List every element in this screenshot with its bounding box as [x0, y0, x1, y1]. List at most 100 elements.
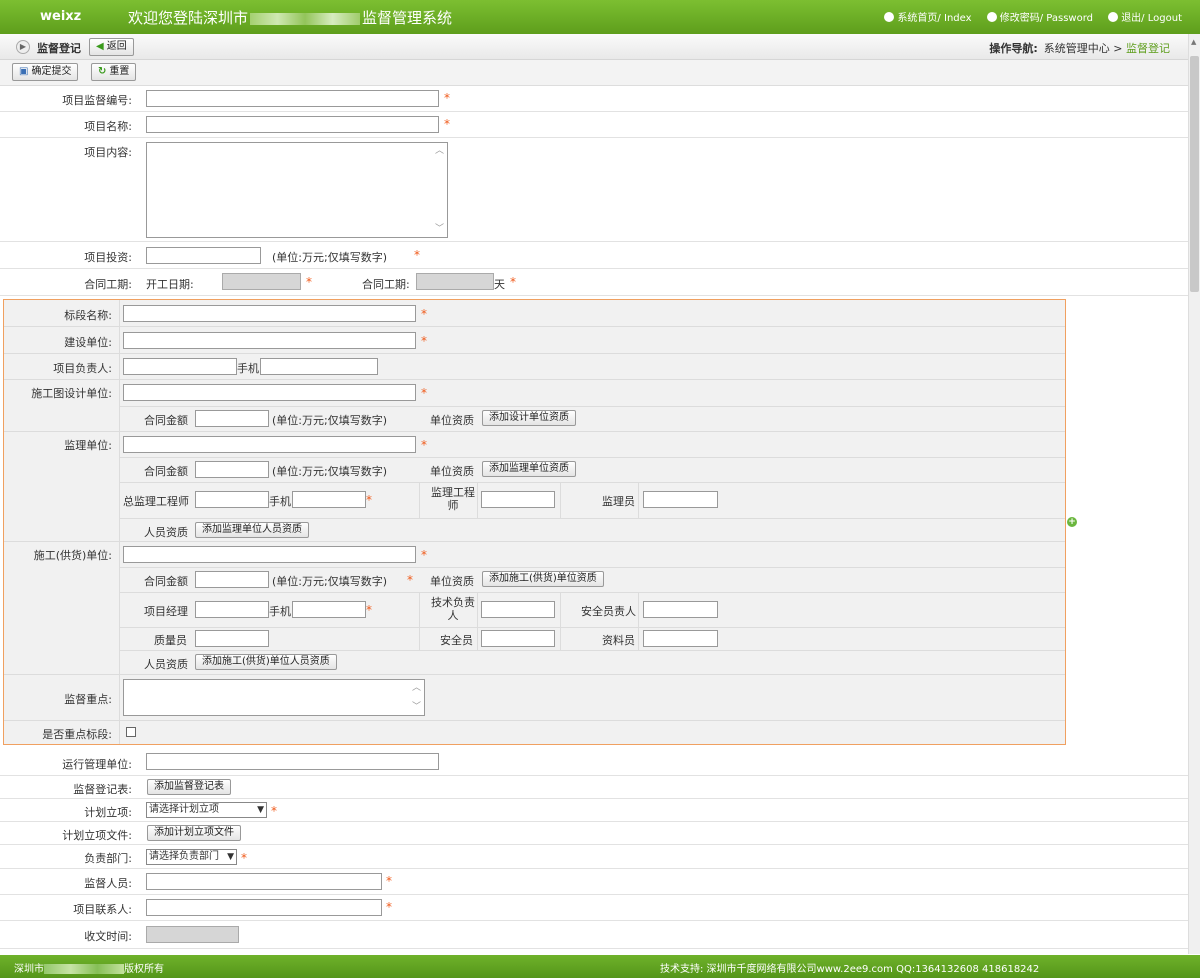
- builder-input[interactable]: [123, 332, 416, 349]
- password-link[interactable]: 修改密码/ Password: [986, 12, 1093, 24]
- document-officer-input[interactable]: [643, 630, 718, 647]
- inspector-input[interactable]: [146, 873, 382, 890]
- supervision-engineer-input[interactable]: [481, 491, 555, 508]
- label-document-officer: 资料员: [602, 634, 635, 647]
- submit-button[interactable]: ▣ 确定提交: [12, 63, 79, 81]
- pm-phone-input[interactable]: [292, 601, 366, 618]
- label-safety-officer: 安全员: [440, 634, 473, 647]
- label-contract-period: 合同工期:: [84, 278, 132, 291]
- breadcrumb-center[interactable]: 系统管理中心: [1044, 42, 1110, 55]
- supervision-contract-amount-input[interactable]: [195, 461, 269, 478]
- label-supervisor: 监理员: [602, 495, 635, 508]
- add-design-qual-button[interactable]: 添加设计单位资质: [482, 410, 576, 426]
- scrollbar-thumb[interactable]: [1190, 56, 1199, 292]
- add-register-button[interactable]: 添加监督登记表: [147, 779, 231, 795]
- redacted-name: [250, 12, 361, 25]
- label-construction-unit: 施工(供货)单位:: [33, 549, 112, 562]
- redacted-name: [44, 964, 124, 974]
- logout-link[interactable]: 退出/ Logout: [1108, 12, 1182, 24]
- label-builder: 建设单位:: [64, 336, 112, 349]
- supervisor-input[interactable]: [643, 491, 718, 508]
- dept-select[interactable]: 请选择负责部门 ▼: [146, 849, 237, 865]
- key-bid-checkbox[interactable]: [126, 727, 136, 737]
- safety-lead-input[interactable]: [643, 601, 718, 618]
- construction-contract-amount-input[interactable]: [195, 571, 269, 588]
- project-name-input[interactable]: [146, 116, 439, 133]
- label-phone: 手机: [237, 362, 259, 375]
- chief-engineer-input[interactable]: [195, 491, 269, 508]
- action-bar: ▣ 确定提交 ↻ 重置: [0, 60, 1188, 86]
- supervision-unit-input[interactable]: [123, 436, 416, 453]
- bid-section: 标段名称: * 建设单位: * 项目负责人: 手机 施工图设计单位: * 合同金…: [3, 299, 1066, 745]
- label-register-table: 监督登记表:: [73, 783, 132, 796]
- reset-button[interactable]: ↻ 重置: [91, 63, 137, 81]
- row-supervision-unit: 监理单位: * 合同金额 (单位:万元;仅填写数字) 单位资质 添加监理单位资质…: [4, 432, 1065, 542]
- breadcrumb: 操作导航: 系统管理中心 > 监督登记: [989, 42, 1170, 55]
- row-plan: 计划立项: 请选择计划立项 ▼ *: [0, 799, 1188, 822]
- scroll-down-icon: ﹀: [434, 224, 444, 234]
- top-links: 系统首页/ Index 修改密码/ Password 退出/ Logout: [872, 9, 1182, 24]
- breadcrumb-current: 监督登记: [1126, 42, 1170, 55]
- row-project-name: 项目名称: *: [0, 112, 1188, 138]
- tech-lead-input[interactable]: [481, 601, 555, 618]
- label-safety-lead: 安全员责人: [581, 605, 636, 618]
- project-manager-input[interactable]: [123, 358, 237, 375]
- project-content-textarea[interactable]: ︿ ﹀: [146, 142, 448, 238]
- add-construction-qual-button[interactable]: 添加施工(供货)单位资质: [482, 571, 604, 587]
- safety-officer-input[interactable]: [481, 630, 555, 647]
- arrow-right-icon: ▶: [16, 40, 30, 54]
- home-link[interactable]: 系统首页/ Index: [884, 12, 972, 24]
- row-construction-unit: 施工(供货)单位: * 合同金额 (单位:万元;仅填写数字) * 单位资质 添加…: [4, 542, 1065, 675]
- add-construction-personnel-button[interactable]: 添加施工(供货)单位人员资质: [195, 654, 337, 670]
- contract-days-input[interactable]: [416, 273, 494, 290]
- gear-icon: [986, 12, 997, 22]
- label-supervision-unit: 监理单位:: [64, 439, 112, 452]
- footer: 深圳市 版权所有 技术支持: 深圳市千度网络有限公司www.2ee9.com QQ…: [0, 955, 1200, 978]
- row-key-bid: 是否重点标段:: [4, 721, 1065, 744]
- investment-input[interactable]: [146, 247, 261, 264]
- plan-select[interactable]: 请选择计划立项 ▼: [146, 802, 267, 818]
- add-plan-file-button[interactable]: 添加计划立项文件: [147, 825, 241, 841]
- project-code-input[interactable]: [146, 90, 439, 107]
- pm-input[interactable]: [195, 601, 269, 618]
- design-contract-amount-input[interactable]: [195, 410, 269, 427]
- receive-time-input[interactable]: [146, 926, 239, 943]
- contact-input[interactable]: [146, 899, 382, 916]
- label-design-unit-qual: 单位资质: [430, 414, 474, 427]
- supervision-amount-unit-hint: (单位:万元;仅填写数字): [272, 465, 387, 478]
- label-ops-unit: 运行管理单位:: [62, 758, 132, 771]
- add-supervision-personnel-button[interactable]: 添加监理单位人员资质: [195, 522, 309, 538]
- back-button[interactable]: ◀ 返回: [89, 38, 134, 56]
- label-focus: 监督重点:: [64, 693, 112, 706]
- row-register-table: 监督登记表: 添加监督登记表: [0, 776, 1188, 799]
- scroll-up-icon: ︿: [411, 683, 421, 693]
- label-start-date: 开工日期:: [146, 278, 194, 291]
- label-bid-name: 标段名称:: [64, 309, 112, 322]
- label-key-bid: 是否重点标段:: [42, 728, 112, 741]
- design-unit-input[interactable]: [123, 384, 416, 401]
- scroll-down-icon: ﹀: [411, 702, 421, 712]
- label-plan: 计划立项:: [84, 806, 132, 819]
- tech-support: 技术支持: 深圳市千度网络有限公司www.2ee9.com QQ:1364132…: [660, 964, 1040, 975]
- add-bid-section-icon[interactable]: +: [1067, 517, 1077, 527]
- row-project-code: 项目监督编号: *: [0, 86, 1188, 112]
- add-supervision-qual-button[interactable]: 添加监理单位资质: [482, 461, 576, 477]
- project-manager-phone-input[interactable]: [260, 358, 378, 375]
- construction-unit-input[interactable]: [123, 546, 416, 563]
- start-date-input[interactable]: [222, 273, 301, 290]
- row-design-unit: 施工图设计单位: * 合同金额 (单位:万元;仅填写数字) 单位资质 添加设计单…: [4, 380, 1065, 432]
- chief-engineer-phone-input[interactable]: [292, 491, 366, 508]
- quality-officer-input[interactable]: [195, 630, 269, 647]
- scroll-up-icon: ︿: [434, 146, 444, 156]
- row-investment: 项目投资: (单位:万元;仅填写数字) *: [0, 242, 1188, 269]
- scrollbar[interactable]: ▲: [1188, 34, 1200, 954]
- label-pm-phone: 手机: [269, 605, 291, 618]
- row-project-content: 项目内容: ︿ ﹀: [0, 138, 1188, 242]
- label-construction-personnel-qual: 人员资质: [144, 658, 188, 671]
- label-dept: 负责部门:: [84, 852, 132, 865]
- focus-textarea[interactable]: ︿ ﹀: [123, 679, 425, 716]
- ops-unit-input[interactable]: [146, 753, 439, 770]
- label-design-contract-amount: 合同金额: [144, 414, 188, 427]
- ie-icon: [884, 12, 895, 22]
- bid-name-input[interactable]: [123, 305, 416, 322]
